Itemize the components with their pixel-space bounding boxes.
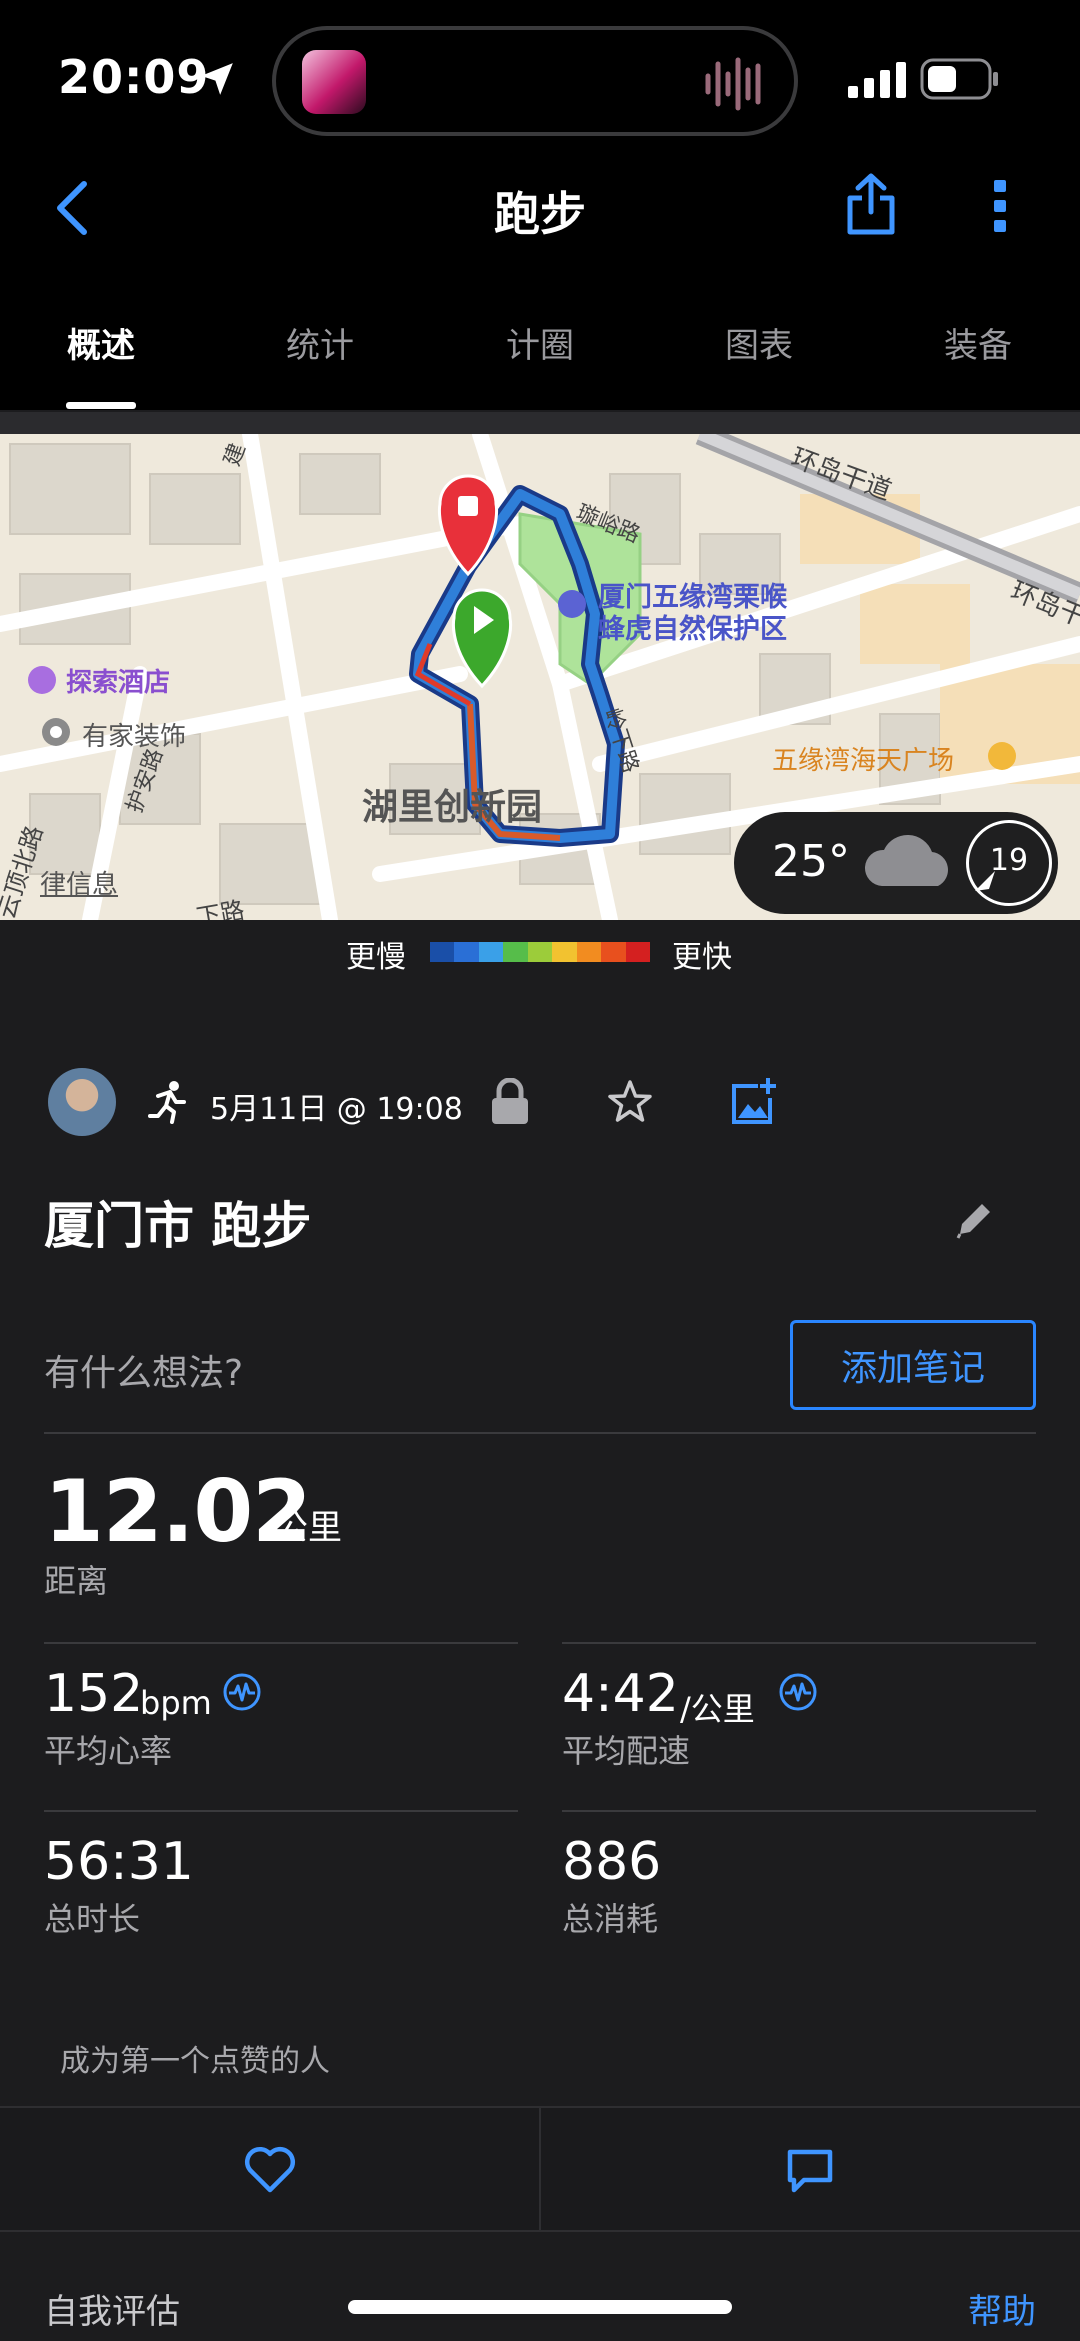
divider bbox=[44, 1810, 518, 1812]
tab-overview[interactable]: 概述 bbox=[1, 318, 201, 367]
pace-unit: /公里 bbox=[680, 1690, 755, 1728]
add-note-button[interactable]: 添加笔记 bbox=[790, 1320, 1036, 1410]
heart-rate-unit: bpm bbox=[140, 1684, 212, 1722]
tab-charts[interactable]: 图表 bbox=[659, 318, 859, 367]
actions-divider bbox=[539, 2108, 541, 2232]
tab-stats[interactable]: 统计 bbox=[220, 318, 420, 367]
heart-rate-label: 平均心率 bbox=[44, 1732, 173, 1770]
social-actions-bar bbox=[0, 2106, 1080, 2232]
duration-label: 总时长 bbox=[44, 1900, 141, 1938]
status-time: 20:09 bbox=[58, 50, 210, 104]
legend-color-swatch bbox=[625, 942, 650, 962]
divider bbox=[562, 1810, 1036, 1812]
comment-icon[interactable] bbox=[784, 2146, 836, 2194]
activity-title: 厦门市 跑步 bbox=[44, 1197, 312, 1255]
map-park-label-line2: 蜂虎自然保护区 bbox=[598, 614, 787, 645]
share-icon[interactable] bbox=[846, 172, 896, 236]
heart-rate-chart-icon[interactable] bbox=[222, 1672, 262, 1712]
location-arrow-icon bbox=[201, 63, 233, 95]
map-building-label: 律信息 bbox=[40, 870, 119, 900]
status-bar: 20:09 bbox=[0, 0, 1080, 150]
legend-color-swatch bbox=[576, 942, 602, 962]
pace-chart-icon[interactable] bbox=[778, 1672, 818, 1712]
legend-color-swatch bbox=[454, 942, 479, 962]
legend-color-swatch bbox=[478, 942, 504, 962]
map-park-label-line1: 厦门五缘湾栗喉 bbox=[598, 582, 787, 613]
dynamic-island[interactable] bbox=[272, 26, 798, 136]
calories-label: 总消耗 bbox=[562, 1900, 659, 1938]
heart-rate-value: 152 bbox=[44, 1664, 144, 1724]
activity-date: 5月11日 @ 19:08 bbox=[210, 1092, 463, 1127]
legend-color-swatch bbox=[601, 942, 626, 962]
cellular-signal-icon bbox=[848, 62, 906, 98]
tab-gear[interactable]: 装备 bbox=[878, 318, 1078, 367]
heart-like-icon[interactable] bbox=[244, 2146, 296, 2194]
speed-legend: 更慢 更快 bbox=[0, 920, 1080, 984]
legend-color-swatch bbox=[430, 942, 455, 962]
legend-fast-label: 更快 bbox=[672, 940, 732, 975]
map-shop-label: 有家装饰 bbox=[82, 722, 187, 752]
cloud-icon bbox=[864, 834, 948, 886]
legend-color-swatch bbox=[552, 942, 577, 962]
home-indicator[interactable] bbox=[348, 2300, 732, 2314]
map-hotel-label: 探索酒店 bbox=[66, 668, 171, 698]
now-playing-app-icon bbox=[302, 50, 366, 114]
add-photo-icon[interactable] bbox=[728, 1076, 778, 1126]
divider bbox=[44, 1642, 518, 1644]
map-mall-label: 五缘湾海天广场 bbox=[772, 746, 955, 776]
notes-prompt: 有什么想法? bbox=[44, 1353, 244, 1394]
divider bbox=[562, 1642, 1036, 1644]
hotel-poi-icon bbox=[28, 666, 56, 694]
lock-icon[interactable] bbox=[490, 1078, 530, 1126]
weather-badge: 25° 19 bbox=[734, 812, 1058, 914]
pace-label: 平均配速 bbox=[562, 1732, 691, 1770]
distance-label: 距离 bbox=[44, 1562, 109, 1600]
more-options-icon[interactable] bbox=[992, 178, 1008, 234]
distance-unit: 公里 bbox=[274, 1508, 342, 1548]
running-icon bbox=[148, 1081, 186, 1124]
like-prompt: 成为第一个点赞的人 bbox=[60, 2044, 330, 2079]
wind-direction-icon bbox=[975, 871, 995, 891]
legend-color-swatch bbox=[503, 942, 528, 962]
distance-value: 12.02 bbox=[44, 1462, 312, 1562]
page-title: 跑步 bbox=[494, 187, 586, 241]
route-end-marker bbox=[437, 474, 499, 577]
duration-value: 56:31 bbox=[44, 1832, 194, 1892]
help-link[interactable]: 帮助 bbox=[968, 2284, 1036, 2333]
legend-color-bar bbox=[430, 942, 650, 962]
map-area-label: 湖里创新园 bbox=[362, 787, 543, 828]
wind-speed-indicator: 19 bbox=[966, 820, 1052, 906]
weather-temperature: 25° bbox=[772, 836, 850, 887]
audio-waveform-icon bbox=[705, 57, 761, 111]
tab-laps[interactable]: 计圈 bbox=[440, 318, 640, 367]
legend-slow-label: 更慢 bbox=[346, 940, 406, 975]
park-poi-icon bbox=[558, 590, 586, 618]
avatar[interactable] bbox=[48, 1068, 116, 1136]
tab-bar: 概述 统计 计圈 图表 装备 bbox=[0, 300, 1080, 412]
star-icon[interactable] bbox=[606, 1078, 654, 1126]
battery-icon bbox=[920, 58, 998, 100]
active-tab-indicator bbox=[66, 402, 136, 409]
edit-pencil-icon[interactable] bbox=[954, 1198, 996, 1240]
self-evaluation-label: 自我评估 bbox=[44, 2292, 180, 2332]
tab-separator bbox=[0, 412, 1080, 434]
mall-poi-icon bbox=[988, 742, 1016, 770]
divider bbox=[44, 1432, 1036, 1434]
pace-value: 4:42 bbox=[562, 1664, 679, 1724]
legend-color-swatch bbox=[527, 942, 553, 962]
calories-value: 886 bbox=[562, 1832, 662, 1892]
map-park-label: 厦门五缘湾栗喉 蜂虎自然保护区 bbox=[598, 582, 787, 646]
